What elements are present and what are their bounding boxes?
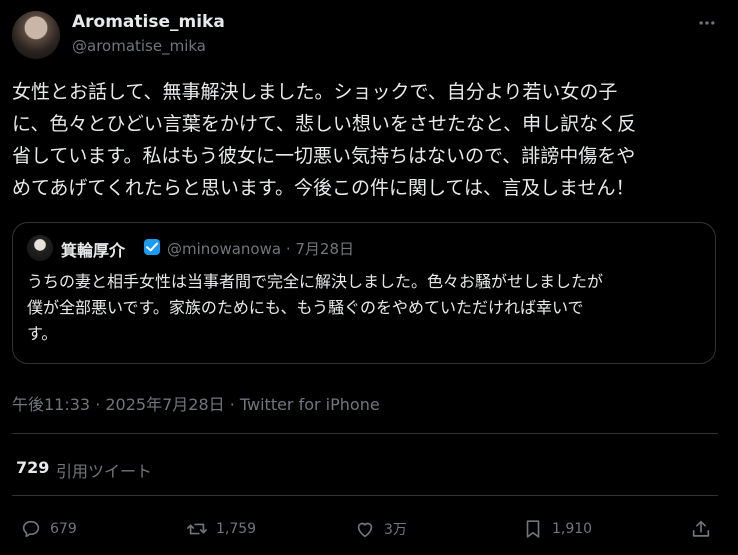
- share-button[interactable]: [690, 518, 720, 540]
- more-icon[interactable]: [692, 8, 722, 38]
- heart-icon: [357, 522, 373, 538]
- like-count: 3万: [384, 522, 407, 538]
- retweet-icon: [187, 523, 207, 535]
- quoted-handle-date: @minowanowa · 7月28日: [167, 240, 355, 258]
- reply-count: 679: [50, 521, 77, 537]
- bookmark-icon: [526, 520, 540, 538]
- verified-badge-icon: [143, 238, 161, 256]
- tweet-meta[interactable]: 午後11:33 · 2025年7月28日 · Twitter for iPhon…: [12, 391, 380, 415]
- bookmark-button[interactable]: 1,910: [522, 518, 592, 540]
- share-icon: [692, 520, 710, 537]
- bookmark-count: 1,910: [552, 521, 593, 537]
- divider: [12, 433, 718, 434]
- tweet-text: 女性とお話して、無事解決しました。ショックで、自分より若い女の子 に、色々とひど…: [12, 81, 637, 199]
- retweet-button[interactable]: 1,759: [186, 518, 256, 540]
- divider: [12, 495, 718, 496]
- quoted-text: うちの妻と相手女性は当事者間で完全に解決しました。色々お騒がせしましたが 僕が全…: [27, 272, 604, 343]
- author-avatar[interactable]: [12, 11, 60, 59]
- retweet-count: 1,759: [216, 521, 257, 537]
- quoted-display-name: 箕輪厚介: [61, 241, 126, 260]
- author-handle[interactable]: @aromatise_mika: [72, 37, 206, 55]
- reply-button[interactable]: 679: [20, 518, 77, 540]
- like-button[interactable]: 3万: [354, 518, 407, 540]
- quote-tweet-count[interactable]: 729: [16, 458, 49, 477]
- reply-icon: [22, 520, 40, 538]
- quoted-tweet[interactable]: 箕輪厚介 @minowanowa · 7月28日 うちの妻と相手女性は当事者間で…: [12, 222, 716, 364]
- quoted-avatar: [27, 235, 53, 261]
- quote-tweet-label[interactable]: 引用ツイート: [56, 458, 152, 482]
- author-display-name[interactable]: Aromatise_mika: [72, 12, 225, 32]
